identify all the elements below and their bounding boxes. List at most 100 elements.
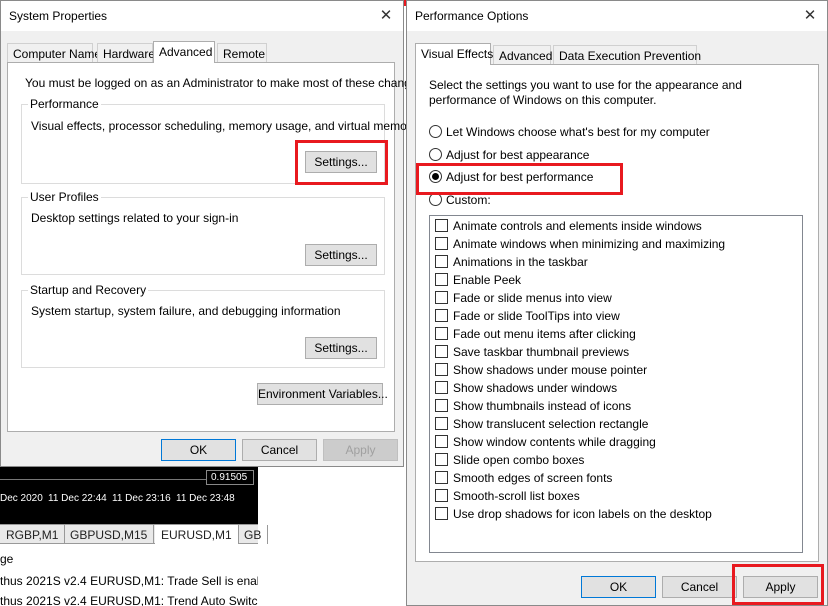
effect-checkbox[interactable]: Fade out menu items after clicking (435, 327, 636, 345)
tab-visual-effects[interactable]: Visual Effects (415, 43, 493, 65)
effect-label: Show translucent selection rectangle (453, 417, 649, 431)
checkbox-icon (435, 219, 448, 233)
effect-checkbox[interactable]: Animations in the taskbar (435, 255, 588, 273)
group-legend: Startup and Recovery (28, 283, 149, 297)
effect-checkbox[interactable]: Slide open combo boxes (435, 453, 584, 471)
chart-date-label: 11 Dec 23:48 (176, 493, 235, 504)
visual-effects-panel: Select the settings you want to use for … (415, 64, 819, 562)
effect-checkbox[interactable]: Save taskbar thumbnail previews (435, 345, 629, 363)
price-line (0, 479, 206, 480)
effect-label: Show shadows under mouse pointer (453, 363, 648, 377)
effect-checkbox[interactable]: Enable Peek (435, 273, 521, 291)
effect-label: Fade out menu items after clicking (453, 327, 636, 341)
log-line: thus 2021S v2.4 EURUSD,M1: Trade Sell is… (0, 574, 258, 588)
effect-label: Save taskbar thumbnail previews (453, 345, 630, 359)
radio-custom[interactable]: Custom: (429, 193, 491, 211)
checkbox-icon (435, 345, 448, 359)
ok-button[interactable]: OK (581, 576, 656, 598)
checkbox-icon (435, 489, 448, 503)
cancel-button[interactable]: Cancel (242, 439, 317, 461)
effect-label: Fade or slide menus into view (453, 291, 612, 305)
effect-checkbox[interactable]: Animate controls and elements inside win… (435, 219, 702, 237)
effect-label: Slide open combo boxes (453, 453, 585, 467)
environment-variables-button[interactable]: Environment Variables... (257, 383, 388, 405)
cancel-button[interactable]: Cancel (662, 576, 737, 598)
close-icon[interactable]: ✕ (799, 5, 821, 27)
effect-checkbox[interactable]: Show window contents while dragging (435, 435, 656, 453)
effect-checkbox[interactable]: Fade or slide menus into view (435, 291, 612, 309)
checkbox-icon (435, 363, 448, 377)
highlight-apply-button (732, 564, 824, 605)
dialog-title: System Properties (9, 9, 108, 23)
radio-let-windows-choose[interactable]: Let Windows choose what's best for my co… (429, 125, 710, 143)
close-icon[interactable]: ✕ (375, 5, 397, 27)
visual-effects-list[interactable]: Animate controls and elements inside win… (429, 215, 803, 553)
effect-checkbox[interactable]: Show thumbnails instead of icons (435, 399, 631, 417)
system-properties-titlebar[interactable]: System Properties ✕ (1, 1, 403, 31)
effect-label: Animate windows when minimizing and maxi… (453, 237, 726, 251)
effect-label: Show shadows under windows (453, 381, 618, 395)
effect-checkbox[interactable]: Animate windows when minimizing and maxi… (435, 237, 725, 255)
effect-label: Smooth edges of screen fonts (453, 471, 613, 485)
intro-text: performance of Windows on this computer. (429, 93, 657, 107)
effect-label: Animations in the taskbar (453, 255, 588, 269)
checkbox-icon (435, 291, 448, 305)
tab-advanced[interactable]: Advanced (493, 45, 552, 65)
checkbox-icon (435, 435, 448, 449)
highlight-best-performance (416, 163, 623, 195)
effect-checkbox[interactable]: Show shadows under mouse pointer (435, 363, 647, 381)
group-legend: Performance (28, 97, 101, 111)
user-profiles-settings-button[interactable]: Settings... (305, 244, 377, 266)
symbol-tab[interactable]: GB (238, 525, 269, 544)
symbol-tab[interactable]: RGBP,M1 (0, 525, 66, 544)
apply-button[interactable]: Apply (323, 439, 398, 461)
tab-data-execution-prevention[interactable]: Data Execution Prevention (553, 45, 701, 65)
effect-label: Animate controls and elements inside win… (453, 219, 702, 233)
performance-options-dialog: Performance Options ✕ Visual Effects Adv… (406, 0, 828, 606)
symbol-tab[interactable]: GBPUSD,M15 (64, 525, 155, 544)
checkbox-icon (435, 399, 448, 413)
checkbox-icon (435, 417, 448, 431)
admin-note: You must be logged on as an Administrato… (25, 76, 427, 90)
advanced-tab-panel: You must be logged on as an Administrato… (7, 62, 427, 432)
group-description: Desktop settings related to your sign-in (31, 211, 239, 225)
dialog-title: Performance Options (415, 9, 529, 23)
log-header: ge (0, 552, 14, 566)
symbol-tab-active[interactable]: EURUSD,M1 (155, 525, 239, 544)
effect-checkbox[interactable]: Fade or slide ToolTips into view (435, 309, 620, 327)
checkbox-icon (435, 273, 448, 287)
checkbox-icon (435, 309, 448, 323)
tab-computer-name[interactable]: Computer Name (7, 43, 101, 63)
checkbox-icon (435, 381, 448, 395)
effect-label: Smooth-scroll list boxes (453, 489, 580, 503)
checkbox-icon (435, 507, 448, 521)
log-line: thus 2021S v2.4 EURUSD,M1: Trend Auto Sw… (0, 594, 258, 606)
effect-label: Use drop shadows for icon labels on the … (453, 507, 712, 521)
effect-checkbox[interactable]: Show shadows under windows (435, 381, 617, 399)
tab-hardware[interactable]: Hardware (97, 43, 155, 63)
experts-log: ge thus 2021S v2.4 EURUSD,M1: Trade Sell… (0, 546, 258, 606)
effect-checkbox[interactable]: Show translucent selection rectangle (435, 417, 648, 435)
effect-label: Show thumbnails instead of icons (453, 399, 632, 413)
performance-options-titlebar[interactable]: Performance Options ✕ (407, 1, 827, 31)
radio-label: Adjust for best appearance (446, 148, 590, 162)
group-description: System startup, system failure, and debu… (31, 304, 341, 318)
radio-icon (429, 193, 442, 207)
tab-remote[interactable]: Remote (217, 43, 267, 63)
startup-recovery-settings-button[interactable]: Settings... (305, 337, 377, 359)
radio-label: Custom: (446, 193, 491, 207)
effect-checkbox[interactable]: Use drop shadows for icon labels on the … (435, 507, 712, 525)
effect-label: Enable Peek (453, 273, 522, 287)
ok-button[interactable]: OK (161, 439, 236, 461)
symbol-tab-bar: RGBP,M1 GBPUSD,M15 EURUSD,M1 GB (0, 524, 269, 544)
effect-checkbox[interactable]: Smooth-scroll list boxes (435, 489, 580, 507)
effect-checkbox[interactable]: Smooth edges of screen fonts (435, 471, 612, 489)
user-profiles-group: User Profiles Desktop settings related t… (21, 190, 385, 275)
radio-label: Let Windows choose what's best for my co… (446, 125, 710, 139)
chart-date-label: 11 Dec 23:16 (112, 493, 171, 504)
background-price-chart: 0.91505 Dec 2020 11 Dec 22:44 11 Dec 23:… (0, 467, 258, 525)
tab-advanced[interactable]: Advanced (153, 41, 215, 63)
chart-date-label: 11 Dec 22:44 (48, 493, 107, 504)
group-description: Visual effects, processor scheduling, me… (31, 119, 417, 133)
checkbox-icon (435, 255, 448, 269)
